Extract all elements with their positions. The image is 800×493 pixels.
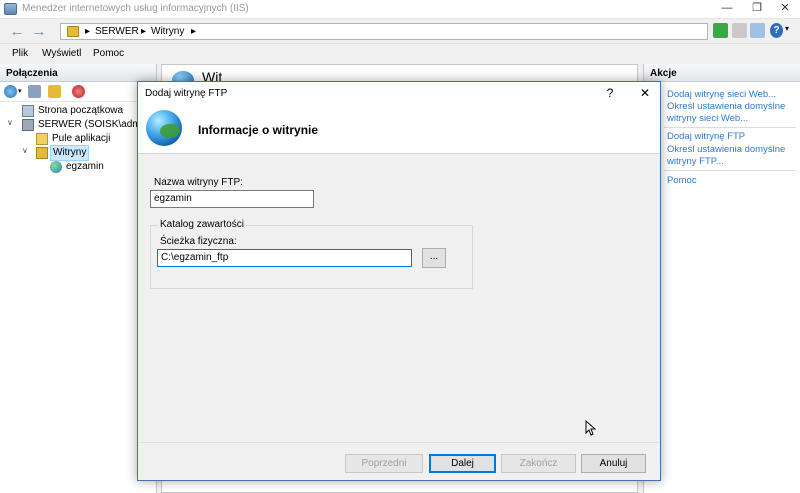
globe-icon (50, 161, 62, 173)
sites-folder-icon (36, 147, 48, 159)
next-button[interactable]: Dalej (429, 454, 496, 473)
action-help[interactable]: Pomoc (667, 175, 797, 187)
dialog-titlebar: Dodaj witrynę FTP ? ✕ (138, 82, 660, 104)
actions-panel: Akcje Dodaj witrynę sieci Web... Określ … (643, 64, 800, 493)
physical-path-input[interactable]: C:\egzamin_ftp (157, 249, 412, 267)
actions-separator (664, 127, 796, 128)
physical-path-label: Ścieżka fizyczna: (160, 236, 237, 247)
actions-separator (664, 170, 796, 171)
forward-arrow-icon[interactable]: → (28, 22, 50, 41)
dialog-close-button[interactable]: ✕ (635, 85, 655, 101)
dialog-header: Informacje o witrynie (138, 104, 660, 154)
action-web-site-defaults[interactable]: Określ ustawienia domyślne witryny sieci… (667, 101, 797, 125)
chevron-down-icon[interactable]: ▾ (785, 24, 789, 33)
up-folder-icon[interactable] (48, 85, 61, 98)
dialog-title: Dodaj witrynę FTP (145, 88, 228, 99)
mouse-cursor-icon (585, 420, 597, 436)
start-page-icon (22, 105, 34, 117)
globe-icon (146, 110, 182, 146)
connections-toolbar: ▾ (0, 82, 156, 102)
tree-expander-sites[interactable]: ∨ (22, 146, 28, 155)
sites-folder-icon (67, 26, 79, 37)
cancel-button[interactable]: Anuluj (581, 454, 646, 473)
action-add-web-site[interactable]: Dodaj witrynę sieci Web... (667, 89, 797, 101)
disconnect-icon[interactable] (72, 85, 85, 98)
breadcrumb-separator: ▸ (85, 26, 91, 37)
dialog-help-button[interactable]: ? (600, 85, 620, 101)
chevron-down-icon[interactable]: ▾ (18, 87, 22, 95)
actions-header: Akcje (644, 64, 800, 82)
window-title: Menedżer internetowych usług informacyjn… (22, 3, 249, 14)
restore-button[interactable]: ❐ (742, 0, 772, 19)
navigation-bar: ← → ▸ SERWER ▸ Witryny ▸ ? ▾ (0, 19, 800, 44)
site-name-label: Nazwa witryny FTP: (154, 177, 243, 188)
action-add-ftp-site[interactable]: Dodaj witrynę FTP (667, 131, 797, 143)
home-icon[interactable] (750, 23, 765, 38)
menu-pomoc[interactable]: Pomoc (93, 48, 124, 59)
breadcrumb-witryny[interactable]: Witryny (151, 25, 184, 39)
help-icon[interactable]: ? (770, 23, 783, 38)
menu-bar: Plik Wyświetl Pomoc (0, 44, 800, 64)
dialog-header-title: Informacje o witrynie (198, 123, 319, 137)
action-ftp-site-defaults[interactable]: Określ ustawienia domyślne witryny FTP..… (667, 144, 797, 168)
previous-button[interactable]: Poprzedni (345, 454, 423, 473)
breadcrumb-serwer[interactable]: SERWER (95, 25, 139, 39)
server-icon (22, 119, 34, 131)
content-directory-title: Katalog zawartości (158, 219, 246, 230)
breadcrumb-separator: ▸ (191, 26, 197, 37)
connect-icon[interactable] (713, 23, 728, 38)
mail-icon[interactable] (732, 23, 747, 38)
window-titlebar: Menedżer internetowych usług informacyjn… (0, 0, 800, 19)
browse-button[interactable]: ... (422, 248, 446, 268)
site-name-input[interactable]: egzamin (150, 190, 314, 208)
iis-app-icon (4, 3, 17, 15)
address-bar[interactable]: ▸ SERWER ▸ Witryny ▸ (60, 23, 708, 40)
connections-header: Połączenia (0, 64, 156, 82)
back-arrow-icon[interactable]: ← (6, 22, 28, 41)
connect-globe-icon[interactable] (4, 85, 17, 98)
finish-button[interactable]: Zakończ (501, 454, 576, 473)
minimize-button[interactable]: — (712, 0, 742, 19)
save-icon[interactable] (28, 85, 41, 98)
breadcrumb-separator: ▸ (141, 26, 147, 37)
app-pools-icon (36, 133, 48, 145)
menu-wyswietl[interactable]: Wyświetl (42, 48, 81, 59)
dialog-footer-separator (138, 442, 660, 443)
tree-expander-server[interactable]: ∨ (7, 118, 13, 127)
connections-panel: Połączenia ▾ Strona początkowa ∨ SERWER … (0, 64, 158, 493)
menu-plik[interactable]: Plik (12, 48, 28, 59)
add-ftp-site-dialog: Dodaj witrynę FTP ? ✕ Informacje o witry… (137, 81, 661, 481)
close-window-button[interactable]: ✕ (770, 0, 800, 19)
